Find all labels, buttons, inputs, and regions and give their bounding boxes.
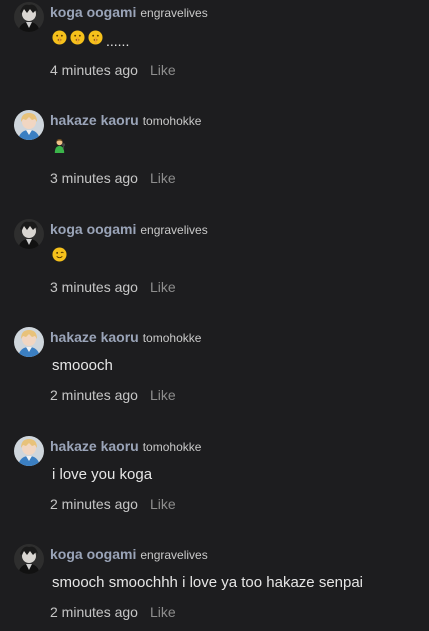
comment-footer: 2 minutes ago Like [50, 385, 176, 405]
comment-text: smooch smoochhh i love ya too hakaze sen… [52, 572, 363, 594]
avatar[interactable] [14, 2, 44, 32]
comment-text [52, 247, 70, 269]
comment-footer: 3 minutes ago Like [50, 168, 176, 188]
like-button[interactable]: Like [150, 496, 176, 512]
avatar[interactable] [14, 110, 44, 140]
avatar[interactable] [14, 327, 44, 357]
comment: koga oogami engravelives...... 4 minutes a… [0, 0, 429, 100]
comment-meta: hakaze kaoru tomohokke [50, 110, 201, 130]
user-handle[interactable]: engravelives [140, 548, 207, 562]
user-name-link[interactable]: hakaze kaoru [50, 112, 139, 128]
user-name-link[interactable]: koga oogami [50, 221, 136, 237]
comment: hakaze kaoru tomohokke smoooch 2 minutes ag… [0, 325, 429, 425]
like-button[interactable]: Like [150, 279, 176, 295]
comment-trailing-text: ...... [106, 33, 130, 50]
winking-face-emoji [52, 247, 67, 269]
comment-meta: koga oogami engravelives [50, 219, 208, 239]
user-name-link[interactable]: hakaze kaoru [50, 329, 139, 345]
comment-timestamp[interactable]: 3 minutes ago [50, 279, 138, 295]
like-button[interactable]: Like [150, 387, 176, 403]
user-name-link[interactable]: hakaze kaoru [50, 438, 139, 454]
comment-body: i love you koga [52, 466, 153, 483]
user-handle[interactable]: tomohokke [143, 331, 202, 345]
comment-timestamp[interactable]: 4 minutes ago [50, 62, 138, 78]
comment-meta: hakaze kaoru tomohokke [50, 436, 201, 456]
comment-timestamp[interactable]: 2 minutes ago [50, 604, 138, 620]
like-button[interactable]: Like [150, 62, 176, 78]
like-button[interactable]: Like [150, 604, 176, 620]
avatar[interactable] [14, 544, 44, 574]
comment-meta: koga oogami engravelives [50, 2, 208, 22]
comment-footer: 3 minutes ago Like [50, 277, 176, 297]
comment-text: ...... [52, 30, 129, 52]
avatar[interactable] [14, 219, 44, 249]
user-handle[interactable]: engravelives [140, 6, 207, 20]
user-handle[interactable]: tomohokke [143, 114, 202, 128]
shushing-face-emoji [70, 30, 85, 52]
shushing-face-emoji [88, 30, 103, 52]
comment: koga oogami engravelives smooch smoochhh i… [0, 542, 429, 631]
comment-text [52, 138, 70, 160]
comment-meta: koga oogami engravelives [50, 544, 208, 564]
comment-footer: 4 minutes ago Like [50, 60, 176, 80]
comment-timestamp[interactable]: 2 minutes ago [50, 496, 138, 512]
comment-footer: 2 minutes ago Like [50, 494, 176, 514]
man-singer-emoji [52, 138, 67, 160]
shushing-face-emoji [52, 30, 67, 52]
comment-meta: hakaze kaoru tomohokke [50, 327, 201, 347]
user-name-link[interactable]: koga oogami [50, 546, 136, 562]
like-button[interactable]: Like [150, 170, 176, 186]
user-name-link[interactable]: koga oogami [50, 4, 136, 20]
comment-timestamp[interactable]: 3 minutes ago [50, 170, 138, 186]
comment-text: smoooch [52, 355, 113, 377]
comment-footer: 2 minutes ago Like [50, 602, 176, 622]
avatar[interactable] [14, 436, 44, 466]
comment: hakaze kaoru tomohokke 3 minutes ago Like [0, 108, 429, 208]
comment-thread: koga oogami engravelives...... 4 minutes a… [0, 0, 429, 631]
comment-text: i love you koga [52, 464, 152, 486]
comment-body: smooch smoochhh i love ya too hakaze sen… [52, 574, 364, 591]
comment-timestamp[interactable]: 2 minutes ago [50, 387, 138, 403]
user-handle[interactable]: engravelives [140, 223, 207, 237]
comment-body: smoooch [52, 357, 113, 374]
user-handle[interactable]: tomohokke [143, 440, 202, 454]
comment: koga oogami engravelives 3 minutes ago Like [0, 217, 429, 317]
comment: hakaze kaoru tomohokke i love you koga 2 mi… [0, 434, 429, 534]
